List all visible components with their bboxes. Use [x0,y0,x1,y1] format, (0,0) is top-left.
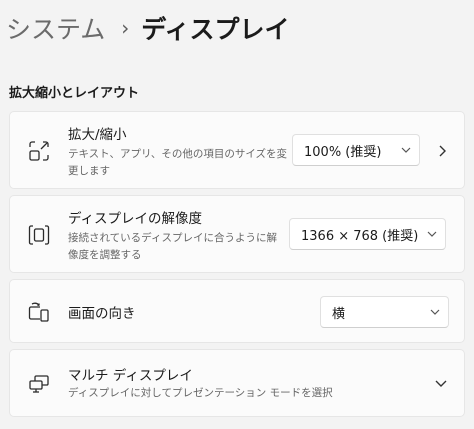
resolution-card: ディスプレイの解像度 接続されているディスプレイに合うように解 像度を調整する … [9,195,465,273]
chevron-down-icon [419,231,445,237]
resolution-desc-line-2: 像度を調整する [68,249,142,261]
chevron-down-icon [393,147,419,153]
section-title: 拡大縮小とレイアウト [9,86,140,101]
scale-dropdown-value: 100% (推奨) [304,144,382,160]
orientation-dropdown[interactable]: 横 [320,296,449,328]
page-title: ディスプレイ [141,15,290,44]
multi-display-card[interactable]: マルチ ディスプレイ ディスプレイに対してプレゼンテーション モードを選択 [9,349,465,417]
resolution-description: 接続されているディスプレイに合うように解 像度を調整する [68,230,277,264]
multi-display-title: マルチ ディスプレイ [68,368,193,384]
resolution-icon [28,224,50,246]
breadcrumb-separator: › [121,16,130,40]
resolution-desc-line-1: 接続されているディスプレイに合うように解 [68,232,277,244]
resolution-title: ディスプレイの解像度 [68,211,203,227]
scale-description: テキスト、アプリ、その他の項目のサイズを変 更します [68,146,287,180]
scale-icon [28,140,50,162]
chevron-right-icon[interactable] [434,143,450,159]
breadcrumb: システム › ディスプレイ [6,8,290,48]
scale-desc-line-1: テキスト、アプリ、その他の項目のサイズを変 [68,148,288,160]
scale-dropdown[interactable]: 100% (推奨) [292,134,420,166]
orientation-title: 画面の向き [68,306,136,322]
scale-desc-line-2: 更します [68,165,110,177]
chevron-down-icon [422,309,448,315]
scale-card[interactable]: 拡大/縮小 テキスト、アプリ、その他の項目のサイズを変 更します 100% (推… [9,111,465,189]
chevron-down-icon[interactable] [433,376,449,392]
orientation-icon [28,301,50,323]
breadcrumb-parent-system[interactable]: システム [6,10,105,46]
orientation-card: 画面の向き 横 [9,279,465,343]
resolution-dropdown[interactable]: 1366 × 768 (推奨) [289,218,446,250]
multi-display-icon [28,373,50,395]
multi-display-description: ディスプレイに対してプレゼンテーション モードを選択 [68,387,333,399]
scale-title: 拡大/縮小 [68,127,127,143]
orientation-dropdown-value: 横 [332,306,346,322]
resolution-dropdown-value: 1366 × 768 (推奨) [301,228,419,244]
